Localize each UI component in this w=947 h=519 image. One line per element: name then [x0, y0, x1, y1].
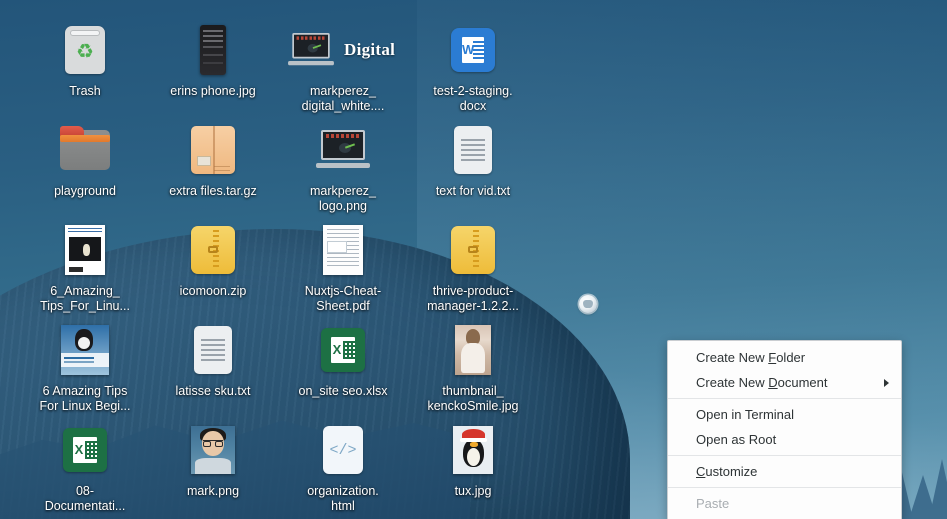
desktop-icon-markperez-digital-white[interactable]: Digital markperez_ digital_white....: [278, 22, 408, 114]
desktop-icon-mark-png[interactable]: mark.png: [148, 422, 278, 499]
desktop-icon-6-amazing-tips-for-linux[interactable]: 6_Amazing_ Tips_For_Linu...: [20, 222, 150, 314]
desktop-icon-label: Nuxtjs-Cheat- Sheet.pdf: [304, 284, 382, 313]
menu-item-label: Open as Root: [696, 432, 777, 447]
book-cover-icon: [57, 222, 113, 278]
menu-item-label: Customize: [696, 464, 758, 479]
menu-item-label: Paste: [696, 496, 730, 511]
desktop-icon-thrive-product-manager[interactable]: thrive-product- manager-1.2.2...: [408, 222, 538, 314]
menu-item-label: Create New Folder: [696, 350, 806, 365]
pdf-page-icon: [315, 222, 371, 278]
desktop-icon-extra-files-targz[interactable]: extra files.tar.gz: [148, 122, 278, 199]
desktop-icon-08-documentation[interactable]: X 08- Documentati...: [20, 422, 150, 514]
menu-item-label: Create New Document: [696, 375, 828, 390]
desktop-icon-label: 6_Amazing_ Tips_For_Linu...: [40, 284, 130, 313]
desktop-icon-tux-jpg[interactable]: tux.jpg: [408, 422, 538, 499]
desktop-icon-6-amazing-tips-for-linux-begi[interactable]: 6 Amazing Tips For Linux Begi...: [20, 322, 150, 414]
desktop-icon-markperez-logo-png[interactable]: markperez_ logo.png: [278, 122, 408, 214]
desktop-icon-icomoon-zip[interactable]: icomoon.zip: [148, 222, 278, 299]
busy-cursor-icon: [579, 295, 597, 313]
desktop-icon-nuxtjs-cheat-sheet-pdf[interactable]: Nuxtjs-Cheat- Sheet.pdf: [278, 222, 408, 314]
desktop-icon-label: test-2-staging. docx: [433, 84, 513, 113]
trash-icon: ♻: [57, 22, 113, 78]
portrait-photo-icon: [185, 422, 241, 478]
excel-sheet-icon: X: [57, 422, 113, 478]
desktop-icon-label: latisse sku.txt: [175, 384, 251, 398]
menu-separator: [668, 487, 901, 488]
digital-image-icon: Digital: [283, 22, 403, 78]
desktop-icon-label: 6 Amazing Tips For Linux Begi...: [39, 384, 131, 413]
zip-archive-icon: [185, 222, 241, 278]
desktop-icon-label: thumbnail_ kenckoSmile.jpg: [427, 384, 519, 413]
html-file-icon: </>: [315, 422, 371, 478]
desktop-icon-label: markperez_ logo.png: [310, 184, 376, 213]
menu-item-create-new-folder[interactable]: Create New Folder: [668, 345, 901, 370]
desktop-icon-label: 08- Documentati...: [44, 484, 126, 513]
desktop-icon-thumbnail-kenckosmile-jpg[interactable]: thumbnail_ kenckoSmile.jpg: [408, 322, 538, 414]
zip-archive-icon: [445, 222, 501, 278]
desktop-icon-label: mark.png: [186, 484, 240, 498]
menu-item-label: Open in Terminal: [696, 407, 795, 422]
tux-penguin-icon: [445, 422, 501, 478]
phone-photo-icon: [185, 22, 241, 78]
menu-item-open-as-root[interactable]: Open as Root: [668, 427, 901, 452]
desktop-icon-trash[interactable]: ♻ Trash: [20, 22, 150, 99]
folder-icon: [57, 122, 113, 178]
text-file-icon: [185, 322, 241, 378]
desktop-icon-label: erins phone.jpg: [170, 84, 256, 98]
linux-book-icon: [57, 322, 113, 378]
woman-photo-icon: [445, 322, 501, 378]
desktop-icon-label: Trash: [69, 84, 101, 98]
word-doc-icon: W: [445, 22, 501, 78]
desktop-icon-label: extra files.tar.gz: [169, 184, 257, 198]
laptop-image-icon: [315, 122, 371, 178]
desktop-icon-label: playground: [54, 184, 116, 198]
excel-sheet-icon: X: [315, 322, 371, 378]
desktop-icon-erins-phone[interactable]: erins phone.jpg: [148, 22, 278, 99]
text-file-icon: [445, 122, 501, 178]
desktop-icon-organization-html[interactable]: </> organization. html: [278, 422, 408, 514]
chevron-right-icon: [884, 378, 889, 387]
desktop-icon-label: markperez_ digital_white....: [301, 84, 385, 113]
desktop-icon-label: tux.jpg: [454, 484, 492, 498]
desktop-icon-label: thrive-product- manager-1.2.2...: [427, 284, 519, 313]
menu-item-paste: Paste: [668, 491, 901, 516]
desktop-icon-latisse-sku-txt[interactable]: latisse sku.txt: [148, 322, 278, 399]
desktop-icon-label: icomoon.zip: [179, 284, 247, 298]
archive-box-icon: [185, 122, 241, 178]
desktop-icon-label: organization. html: [307, 484, 379, 513]
menu-separator: [668, 455, 901, 456]
desktop-icon-on-site-seo-xlsx[interactable]: X on_site seo.xlsx: [278, 322, 408, 399]
desktop-icon-test-2-staging-docx[interactable]: W test-2-staging. docx: [408, 22, 538, 114]
desktop-root[interactable]: ♻ Trash erins phone.jpg Digital markpere: [0, 0, 947, 519]
desktop-icon-playground[interactable]: playground: [20, 122, 150, 199]
menu-item-create-new-document[interactable]: Create New Document: [668, 370, 901, 395]
menu-item-open-in-terminal[interactable]: Open in Terminal: [668, 402, 901, 427]
desktop-context-menu[interactable]: Create New Folder Create New Document Op…: [667, 340, 902, 519]
menu-separator: [668, 398, 901, 399]
desktop-icon-label: on_site seo.xlsx: [298, 384, 388, 398]
menu-item-customize[interactable]: Customize: [668, 459, 901, 484]
desktop-icon-label: text for vid.txt: [435, 184, 511, 198]
desktop-icon-text-for-vid-txt[interactable]: text for vid.txt: [408, 122, 538, 199]
